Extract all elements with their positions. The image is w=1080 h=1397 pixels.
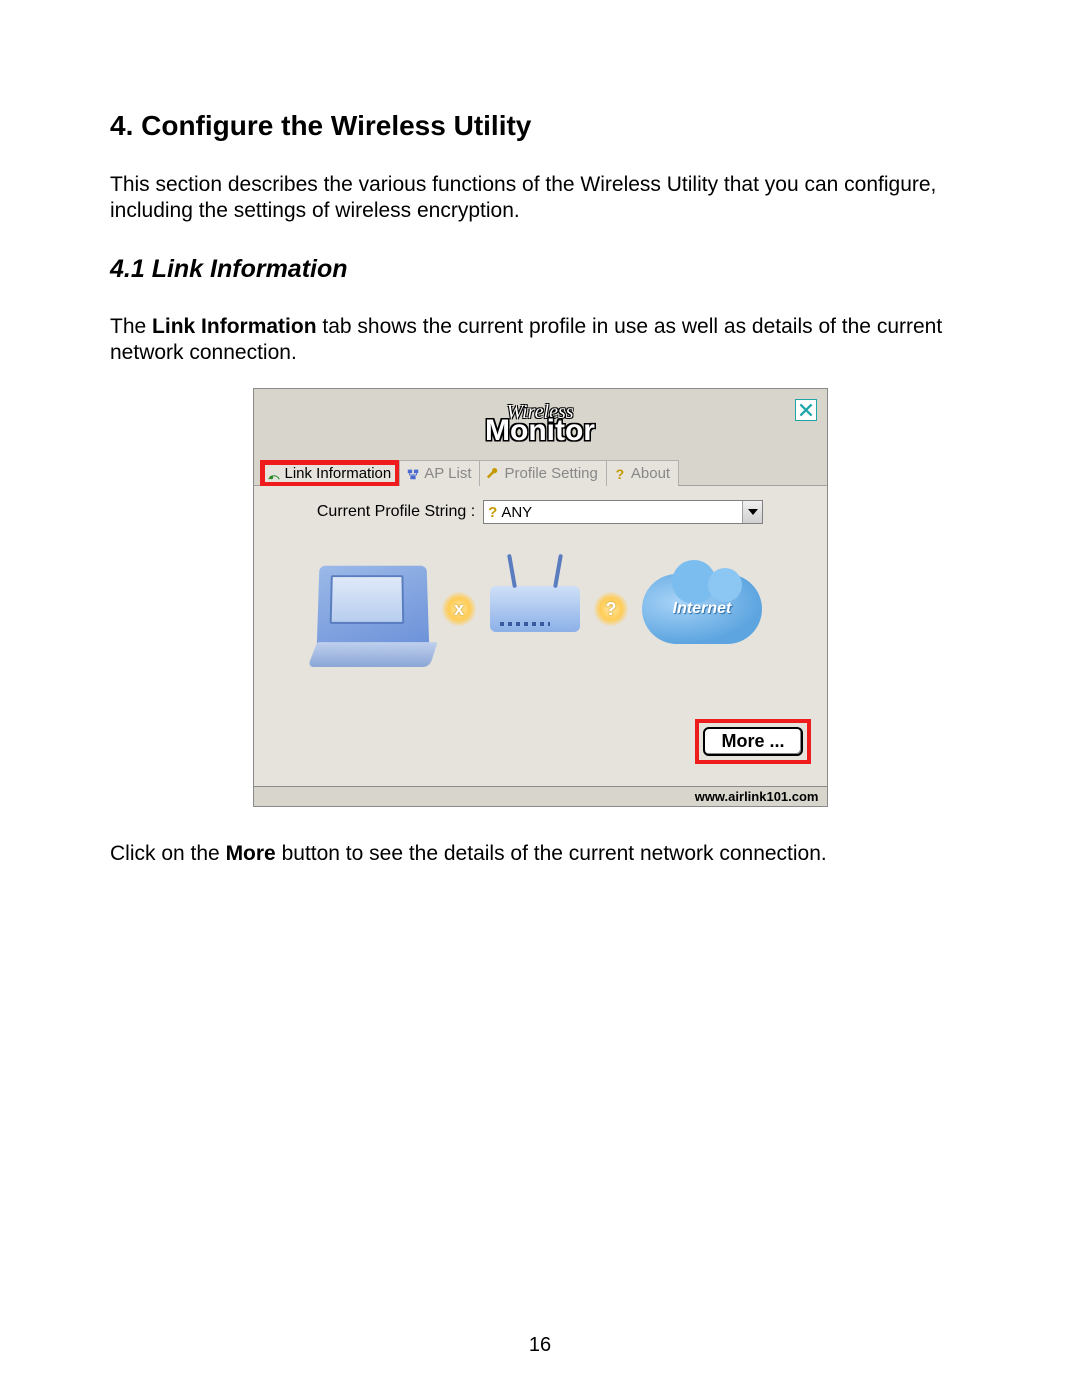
page-number: 16	[529, 1334, 551, 1357]
tab-about[interactable]: ? About	[606, 460, 679, 486]
wireless-monitor-window: Wireless Monitor Link Information AP Lis…	[253, 388, 828, 807]
profile-value: ANY	[501, 504, 532, 521]
tab-ap-list[interactable]: AP List	[399, 460, 480, 486]
dropdown-arrow-icon	[742, 501, 762, 523]
app-logo: Wireless Monitor	[485, 402, 595, 446]
tab-label: Link Information	[285, 465, 392, 482]
more-button[interactable]: More ...	[703, 727, 802, 756]
footer-url: www.airlink101.com	[254, 786, 827, 806]
tab-label: AP List	[424, 465, 471, 482]
internet-cloud-icon: Internet	[642, 574, 762, 644]
text-fragment: The	[110, 315, 152, 338]
profile-row: Current Profile String : ? ANY	[274, 500, 807, 524]
router-icon	[490, 586, 580, 632]
more-highlight-box: More ...	[695, 719, 810, 764]
close-button[interactable]	[795, 399, 817, 421]
tab-content: Current Profile String : ? ANY x ? Inter…	[254, 486, 827, 786]
subsection-heading: 4.1 Link Information	[110, 255, 970, 284]
wrench-icon	[486, 467, 500, 481]
laptop-icon	[317, 566, 430, 655]
bold-more: More	[226, 842, 276, 865]
bold-link-information: Link Information	[152, 315, 317, 338]
paragraph-more: Click on the More button to see the deta…	[110, 841, 970, 867]
connection-diagram: x ? Internet	[274, 564, 807, 654]
tab-label: About	[631, 465, 670, 482]
status-question-icon: ?	[594, 592, 628, 626]
close-icon	[799, 403, 813, 417]
status-x-icon: x	[442, 592, 476, 626]
section-heading: 4. Configure the Wireless Utility	[110, 110, 970, 142]
profile-select[interactable]: ? ANY	[483, 500, 763, 524]
tab-bar: Link Information AP List Profile Setting…	[254, 459, 827, 486]
tab-label: Profile Setting	[504, 465, 597, 482]
tab-link-information[interactable]: Link Information	[260, 460, 401, 486]
text-fragment: Click on the	[110, 842, 226, 865]
profile-label: Current Profile String :	[317, 503, 475, 521]
question-icon: ?	[488, 504, 497, 521]
network-icon	[406, 467, 420, 481]
logo-line2: Monitor	[485, 416, 595, 446]
cloud-label: Internet	[673, 600, 732, 618]
signal-icon	[267, 467, 281, 481]
text-fragment: button to see the details of the current…	[276, 842, 827, 865]
titlebar: Wireless Monitor	[254, 389, 827, 459]
intro-paragraph: This section describes the various funct…	[110, 172, 970, 225]
tab-profile-setting[interactable]: Profile Setting	[479, 460, 606, 486]
question-icon: ?	[613, 467, 627, 481]
paragraph-link-info: The Link Information tab shows the curre…	[110, 314, 970, 367]
